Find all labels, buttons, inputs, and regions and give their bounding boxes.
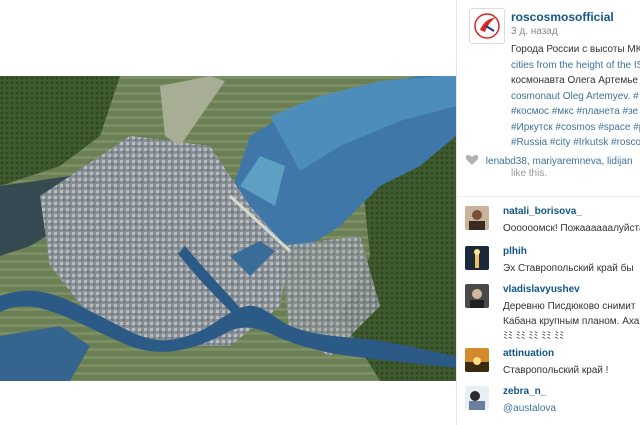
comment-line: Эх Ставропольский край бы (503, 263, 634, 274)
likes-suffix: like this. (511, 168, 548, 179)
comment-line: Ставропольский край ! (503, 365, 609, 376)
comment-mention-link[interactable]: @austalova (503, 401, 556, 416)
city-from-space-image (0, 76, 456, 381)
hashtag-line[interactable]: #Иркутск #cosmos #space #p (511, 120, 640, 136)
post-timestamp: 3 д. назад (511, 26, 558, 37)
comment-username[interactable]: plhih (503, 246, 527, 257)
comment-line: Кабана крупным планом. Ахах (503, 316, 640, 327)
hashtag-line[interactable]: #космос #мкс #планета #зе (511, 104, 640, 120)
comment-text: @austalova (503, 401, 556, 416)
caption-line: cosmonaut Oleg Artemyev. # (511, 90, 639, 102)
comment-line: Деревню Писдюково снимит (503, 301, 636, 312)
likes-section: lenabd38, mariyaremneva, lidijan like th… (465, 154, 640, 179)
comment-text: Оооооомск! Пожаааааалуйста (503, 221, 640, 236)
roscosmos-logo-icon (474, 13, 500, 39)
commenter-avatar[interactable] (465, 246, 489, 270)
comment-username[interactable]: natali_borisova_ (503, 206, 582, 217)
photo-area (0, 0, 456, 425)
divider (457, 196, 640, 197)
comment-username[interactable]: zebra_n_ (503, 386, 546, 397)
post-caption: Города России с высоты МК cities from th… (511, 42, 640, 151)
comment-username[interactable]: attinuation (503, 348, 554, 359)
comment-username[interactable]: vladislavyushev (503, 284, 580, 295)
commenter-avatar[interactable] (465, 386, 489, 410)
comment-text: Эх Ставропольский край бы (503, 261, 634, 276)
satellite-photo[interactable] (0, 76, 456, 381)
heart-icon[interactable] (465, 154, 479, 169)
commenter-avatar[interactable] (465, 206, 489, 230)
comment-line: ﾐﾐ ﾐﾐ ﾐﾐ ﾐﾐ ﾐﾐ (503, 331, 565, 342)
caption-line: cities from the height of the IS (511, 59, 640, 71)
comment-line: Оооооомск! Пожаааааалуйста (503, 223, 640, 234)
comment-text: Деревню Писдюково снимит Кабана крупным … (503, 299, 640, 344)
caption-line: космонавта Олега Артемье (511, 75, 638, 86)
commenter-avatar[interactable] (465, 284, 489, 308)
caption-line: Города России с высоты МК (511, 44, 640, 55)
profile-avatar[interactable] (469, 8, 505, 44)
post-header: roscosmosofficial 3 д. назад Города Росс… (465, 8, 640, 148)
commenter-avatar[interactable] (465, 348, 489, 372)
likers-list[interactable]: lenabd38, mariyaremneva, lidijan (486, 156, 633, 167)
post-username[interactable]: roscosmosofficial (511, 10, 614, 24)
post-panel: roscosmosofficial 3 д. назад Города Росс… (456, 0, 640, 425)
comment-text: Ставропольский край ! (503, 363, 608, 378)
hashtag-line[interactable]: #Russia #city #Irkutsk #roscos (511, 135, 640, 151)
